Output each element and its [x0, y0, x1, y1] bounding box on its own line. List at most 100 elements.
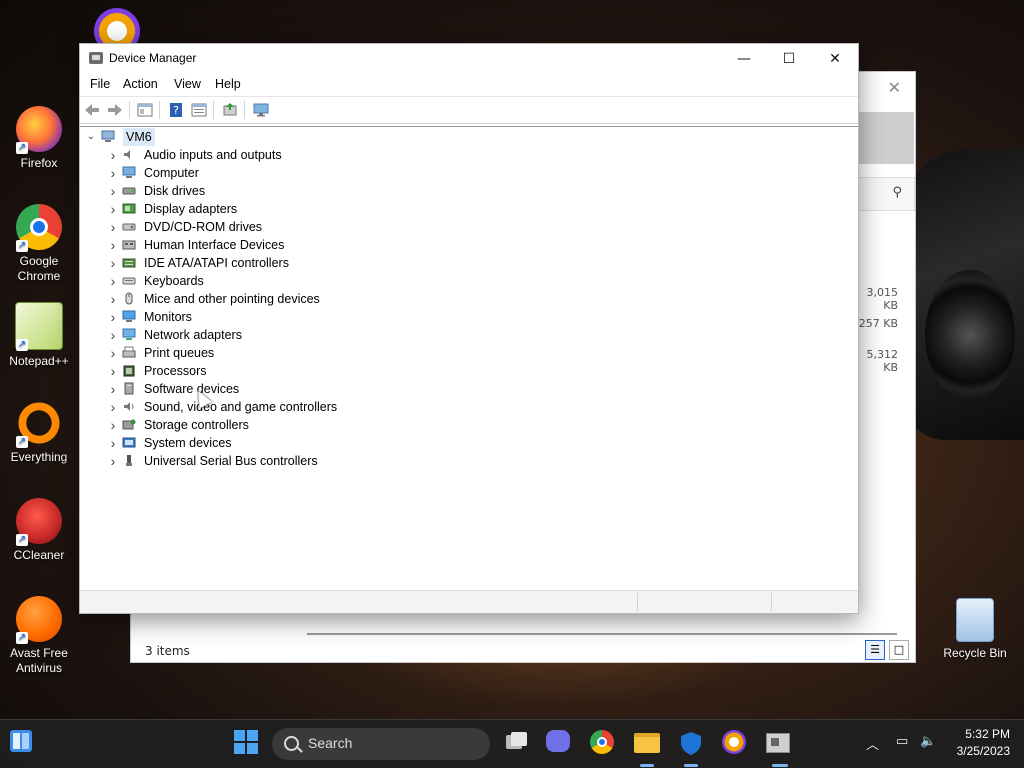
horizontal-scrollbar[interactable] [291, 630, 901, 636]
device-manager-window[interactable]: Device Manager — ☐ ✕ File Action View He… [79, 43, 859, 614]
device-tree[interactable]: ⌄ VM6 › Audio inputs and outputs › Computer… [80, 126, 858, 591]
desktop-icon-avast[interactable]: ↗ Avast Free Antivirus [1, 596, 77, 676]
title-bar[interactable]: Device Manager — ☐ ✕ [80, 44, 858, 74]
back-icon[interactable] [83, 101, 101, 119]
running-indicator-active [772, 764, 788, 767]
computer-root-icon [101, 130, 115, 142]
menu-action[interactable]: Action [123, 77, 158, 91]
ccleaner-icon: ↗ [16, 498, 62, 546]
status-text: 3 items [145, 644, 190, 658]
chevron-right-icon[interactable]: › [107, 200, 119, 218]
toolbar-separator [244, 101, 245, 119]
wallpaper-wheel [925, 270, 1015, 400]
minimize-button[interactable]: — [721, 44, 767, 74]
volume-icon[interactable]: 🔈 [920, 734, 936, 749]
chevron-right-icon[interactable]: › [107, 380, 119, 398]
chevron-right-icon[interactable]: › [107, 434, 119, 452]
task-view-icon[interactable] [503, 730, 529, 756]
shortcut-arrow-icon: ↗ [16, 339, 28, 351]
processor-icon [123, 365, 135, 377]
tree-category-label: Processors [144, 364, 207, 378]
chevron-right-icon[interactable]: › [107, 146, 119, 164]
chevron-right-icon[interactable]: › [107, 272, 119, 290]
printer-icon [122, 346, 136, 358]
network-icon [122, 328, 136, 340]
desktop-icon-notepadpp[interactable]: ↗ Notepad++ [1, 302, 77, 369]
dvd-icon [122, 223, 136, 231]
chevron-right-icon[interactable]: › [107, 290, 119, 308]
storage-icon [122, 419, 136, 430]
desktop-icon-chrome[interactable]: ↗ Google Chrome [1, 204, 77, 284]
monitor-icon[interactable] [252, 101, 270, 119]
search-icon: ⚲ [892, 185, 902, 200]
wallpaper-car [905, 150, 1024, 440]
properties-icon[interactable] [136, 101, 154, 119]
vpn-app-icon[interactable] [722, 730, 748, 756]
taskbar-search[interactable]: Search [272, 728, 490, 760]
tree-root-label: VM6 [123, 128, 155, 146]
update-driver-icon[interactable] [221, 101, 239, 119]
window-title: Device Manager [109, 51, 197, 65]
desktop-icon-label: Notepad++ [9, 354, 69, 368]
chevron-right-icon[interactable]: › [107, 308, 119, 326]
tree-category-label: Print queues [144, 346, 215, 360]
close-icon[interactable]: ✕ [888, 78, 901, 97]
chevron-right-icon[interactable]: › [107, 218, 119, 236]
scrollbar-track[interactable] [307, 633, 897, 635]
close-button[interactable]: ✕ [812, 44, 858, 74]
widgets-icon[interactable] [10, 730, 36, 756]
tree-category-label: Sound, video and game controllers [144, 400, 338, 414]
status-divider [771, 593, 772, 611]
menu-view[interactable]: View [174, 77, 201, 91]
chevron-right-icon[interactable]: › [107, 164, 119, 182]
chevron-down-icon[interactable]: ⌄ [85, 128, 97, 146]
chat-icon[interactable] [546, 730, 572, 756]
shortcut-arrow-icon: ↗ [16, 240, 28, 252]
details-view-icon[interactable]: ☰ [865, 640, 885, 660]
menu-help[interactable]: Help [215, 77, 241, 91]
help-icon[interactable]: ? [167, 101, 185, 119]
everything-icon: ↗ [16, 400, 62, 448]
security-icon[interactable] [678, 730, 704, 756]
tree-category-label: IDE ATA/ATAPI controllers [144, 256, 289, 270]
desktop-icon-label: Recycle Bin [943, 646, 1007, 660]
maximize-button[interactable]: ☐ [766, 44, 812, 74]
computer-icon [122, 166, 136, 178]
file-explorer-icon[interactable] [634, 730, 660, 756]
search-box[interactable]: ⚲ [858, 177, 915, 211]
start-icon[interactable] [234, 730, 260, 756]
desktop-icon-ccleaner[interactable]: ↗ CCleaner [1, 498, 77, 563]
keyboard-icon [122, 277, 136, 285]
device-manager-taskbar-icon[interactable] [766, 730, 792, 756]
clock[interactable]: 5:32 PM 3/25/2023 [957, 726, 1010, 760]
desktop-icon-firefox[interactable]: ↗ Firefox [1, 106, 77, 171]
menu-file[interactable]: File [90, 77, 110, 91]
clock-time: 5:32 PM [965, 727, 1010, 741]
shortcut-arrow-icon: ↗ [16, 436, 28, 448]
display-adapter-icon [122, 203, 136, 214]
chevron-right-icon[interactable]: › [107, 182, 119, 200]
chevron-right-icon[interactable]: › [107, 398, 119, 416]
details-icon[interactable] [190, 101, 208, 119]
desktop-icon-everything[interactable]: ↗ Everything [1, 400, 77, 465]
forward-icon[interactable] [106, 101, 124, 119]
chevron-right-icon[interactable]: › [107, 344, 119, 362]
disk-icon [122, 187, 136, 195]
network-icon[interactable]: ▭ [896, 734, 908, 749]
taskbar-search-label: Search [308, 735, 353, 751]
chevron-right-icon[interactable]: › [107, 362, 119, 380]
tree-category-label: Audio inputs and outputs [144, 148, 282, 162]
chevron-right-icon[interactable]: › [107, 452, 119, 470]
notepadpp-icon: ↗ [15, 302, 63, 351]
chrome-taskbar-icon[interactable] [590, 730, 616, 756]
chevron-up-icon[interactable]: ︿ [866, 734, 879, 753]
chevron-right-icon[interactable]: › [107, 416, 119, 434]
desktop-icon-recycle-bin[interactable]: Recycle Bin [937, 598, 1013, 661]
chevron-right-icon[interactable]: › [107, 254, 119, 272]
sound-icon [124, 402, 134, 411]
chevron-right-icon[interactable]: › [107, 326, 119, 344]
chevron-right-icon[interactable]: › [107, 236, 119, 254]
speaker-icon [124, 150, 130, 159]
large-icons-view-icon[interactable]: □ [889, 640, 909, 660]
software-device-icon [124, 382, 134, 395]
